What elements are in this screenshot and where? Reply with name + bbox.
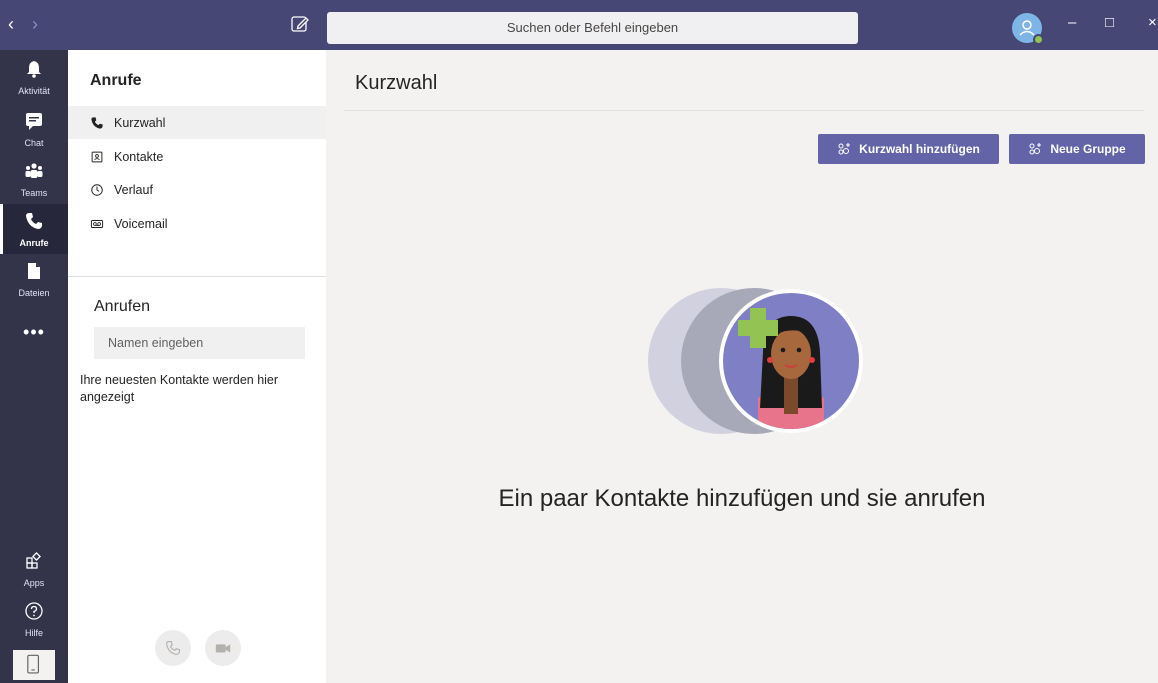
video-camera-icon [215, 644, 231, 653]
maximize-button[interactable]: □ [1105, 14, 1114, 31]
rail-label: Aktivität [18, 86, 50, 96]
title-bar: ‹ › Suchen oder Befehl eingeben – □ × [0, 0, 1158, 50]
chat-icon [26, 113, 42, 130]
history-nav: ‹ › [8, 14, 38, 35]
phone-icon [166, 641, 180, 655]
minimize-button[interactable]: – [1068, 14, 1076, 31]
new-group-button[interactable]: Neue Gruppe [1009, 134, 1145, 164]
presence-badge [1033, 34, 1044, 45]
new-group-label: Neue Gruppe [1050, 142, 1126, 156]
phone-icon [26, 213, 42, 229]
rail-item-calls[interactable]: Anrufe [0, 204, 68, 254]
panel-item-voicemail[interactable]: Voicemail [68, 207, 326, 240]
main-content: Kurzwahl Kurzwahl hinzufügen Neue Gruppe [326, 50, 1158, 683]
call-section-title: Anrufen [94, 298, 151, 315]
help-icon [25, 602, 43, 620]
panel-item-contacts[interactable]: Kontakte [68, 140, 326, 173]
file-icon [28, 263, 40, 279]
panel-item-label: Voicemail [114, 216, 168, 231]
video-call-button[interactable] [205, 630, 241, 666]
rail-label: Apps [23, 578, 45, 588]
back-button[interactable]: ‹ [8, 14, 14, 35]
contact-card-icon [91, 151, 103, 162]
add-people-icon [838, 143, 851, 155]
user-avatar[interactable] [1012, 13, 1044, 45]
compose-icon[interactable] [290, 14, 310, 34]
device-button[interactable] [11, 648, 57, 682]
app-rail: Aktivität Chat Teams Anrufe Dateien ••• … [0, 50, 68, 683]
recent-contacts-hint: Ihre neuesten Kontakte werden hier angez… [80, 373, 279, 404]
mobile-device-icon [27, 654, 39, 674]
close-button[interactable]: × [1148, 14, 1157, 31]
add-speed-dial-button[interactable]: Kurzwahl hinzufügen [818, 134, 999, 164]
add-speed-dial-label: Kurzwahl hinzufügen [859, 142, 980, 156]
more-apps-button[interactable]: ••• [0, 322, 68, 343]
add-people-icon [1029, 143, 1042, 155]
rail-label: Anrufe [19, 238, 49, 248]
title-divider [344, 110, 1144, 111]
search-bar[interactable]: Suchen oder Befehl eingeben [327, 12, 858, 44]
panel-title: Anrufe [90, 72, 142, 89]
panel-item-history[interactable]: Verlauf [68, 173, 326, 206]
panel-divider [68, 276, 326, 277]
clock-icon [91, 183, 103, 196]
panel-item-label: Kurzwahl [114, 115, 166, 130]
calls-panel: Anrufe Kurzwahl Kontakte Verlauf Voicema… [68, 50, 326, 683]
bell-icon [27, 61, 41, 78]
rail-label: Hilfe [24, 628, 43, 638]
rail-item-apps[interactable]: Apps [0, 544, 68, 594]
rail-label: Dateien [18, 288, 50, 298]
panel-item-label: Verlauf [114, 182, 153, 197]
forward-button[interactable]: › [32, 14, 38, 35]
voicemail-icon [90, 219, 104, 228]
empty-state-illustration [648, 288, 863, 434]
empty-state-message: Ein paar Kontakte hinzufügen und sie anr… [498, 485, 986, 512]
apps-icon [26, 552, 41, 569]
rail-item-chat[interactable]: Chat [0, 104, 68, 154]
name-input[interactable] [94, 327, 305, 359]
phone-icon [91, 116, 103, 129]
rail-item-activity[interactable]: Aktivität [0, 52, 68, 102]
rail-label: Teams [20, 188, 48, 198]
panel-item-speed-dial[interactable]: Kurzwahl [68, 106, 326, 139]
rail-item-help[interactable]: Hilfe [0, 594, 68, 644]
page-title: Kurzwahl [355, 72, 438, 94]
rail-item-teams[interactable]: Teams [0, 154, 68, 204]
teams-icon [25, 163, 43, 178]
panel-item-label: Kontakte [114, 149, 164, 164]
audio-call-button[interactable] [155, 630, 191, 666]
rail-label: Chat [24, 138, 44, 148]
rail-item-files[interactable]: Dateien [0, 254, 68, 304]
